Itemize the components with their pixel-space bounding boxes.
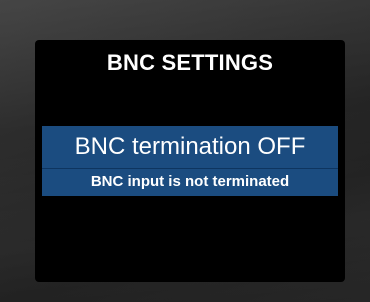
setting-divider xyxy=(42,168,338,169)
bnc-termination-value: BNC termination OFF xyxy=(74,133,306,160)
bnc-termination-description: BNC input is not terminated xyxy=(90,173,290,190)
device-screen: BNC SETTINGS BNC termination OFF BNC inp… xyxy=(35,40,345,282)
screen-title: BNC SETTINGS xyxy=(106,50,274,75)
selected-setting-panel[interactable]: BNC termination OFF BNC input is not ter… xyxy=(42,126,338,196)
